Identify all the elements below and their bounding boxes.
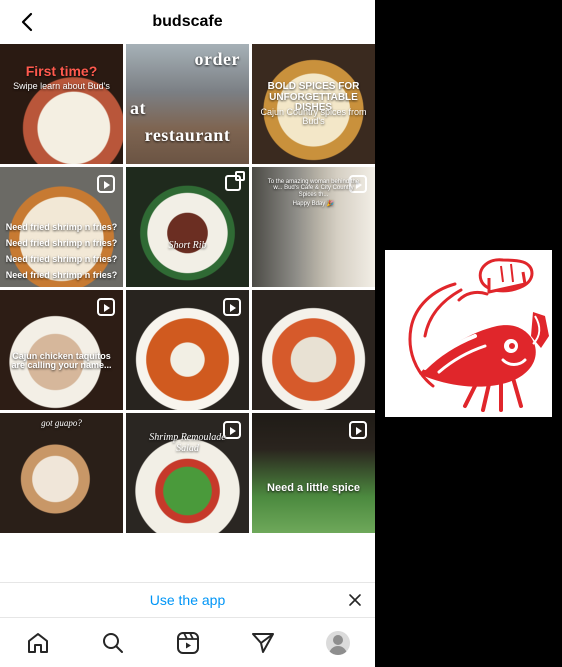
nav-reels-button[interactable] [174,629,202,657]
bottom-navigation [0,618,375,667]
post-caption: Swipe learn about Bud's [13,81,110,91]
post-caption: got guapo? [41,418,82,428]
instagram-phone-view: budscafe First time? Swipe learn about B… [0,0,375,667]
post-caption: Need fried shrimp n fries? [5,270,118,280]
post-tile-bold-spices[interactable]: BOLD SPICES FOR UNFORGETTABLE DISHES Caj… [252,44,375,164]
search-icon [102,632,123,653]
post-caption: Need fried shrimp n fries? [5,254,118,264]
reels-badge-icon [223,298,241,316]
back-arrow-icon [21,12,33,32]
post-caption: Happy Bday 🎉 [292,201,335,207]
post-caption: at [130,98,146,118]
post-tile-short-rib[interactable]: Short Rib [126,167,249,287]
nav-home-button[interactable] [24,629,52,657]
crawfish-chef-logo-icon [408,258,549,412]
post-tile-need-spice[interactable]: Need a little spice [252,413,375,533]
post-tile-shrimp-remoulade[interactable]: Shrimp Remoulade Salad [126,413,249,533]
profile-icon [325,630,350,655]
profile-header: budscafe [0,0,375,44]
use-app-banner: Use the app [0,582,375,618]
post-caption: First time? [25,63,98,79]
nav-search-button[interactable] [99,629,127,657]
post-caption: Shrimp Remoulade Salad [149,432,226,454]
post-caption: Need fried shrimp n fries? [5,238,118,248]
post-tile-rice-bowl[interactable] [126,290,249,410]
reels-icon [176,631,199,654]
profile-username: budscafe [152,13,223,30]
reels-badge-icon [349,421,367,439]
home-icon [27,632,48,653]
send-icon [251,632,274,653]
post-caption: Need a little spice [267,482,360,494]
crawfish-chef-logo [385,250,552,417]
close-banner-button[interactable] [345,590,365,610]
posts-grid: First time? Swipe learn about Bud's orde… [0,44,375,533]
post-tile-order-at-restaurant[interactable]: order at restaurant [126,44,249,164]
post-tile-fried-shrimp[interactable]: Need fried shrimp n fries? Need fried sh… [0,167,123,287]
post-caption: Cajun chicken taquitos are calling your … [11,351,112,371]
post-caption: Cajun Country spices from Bud's [260,107,367,127]
back-button[interactable] [16,10,40,34]
post-caption: restaurant [144,125,231,145]
nav-direct-button[interactable] [249,629,277,657]
post-tile-cajun-taquitos[interactable]: Cajun chicken taquitos are calling your … [0,290,123,410]
post-tile-first-time[interactable]: First time? Swipe learn about Bud's [0,44,123,164]
post-caption: order [194,49,240,69]
reels-badge-icon [97,175,115,193]
post-caption: Short Rib [168,240,207,251]
post-caption: Need fried shrimp n fries? [5,222,118,232]
post-caption: To the amazing woman behind the w... Bud… [267,179,360,198]
post-tile-dessert[interactable]: got guapo? [0,413,123,533]
nav-profile-button[interactable] [324,629,352,657]
reels-badge-icon [97,298,115,316]
post-tile-birthday[interactable]: To the amazing woman behind the w... Bud… [252,167,375,287]
close-icon [349,594,361,606]
use-app-link[interactable]: Use the app [150,592,226,608]
post-tile-etouffee[interactable] [252,290,375,410]
carousel-badge-icon [225,171,245,191]
